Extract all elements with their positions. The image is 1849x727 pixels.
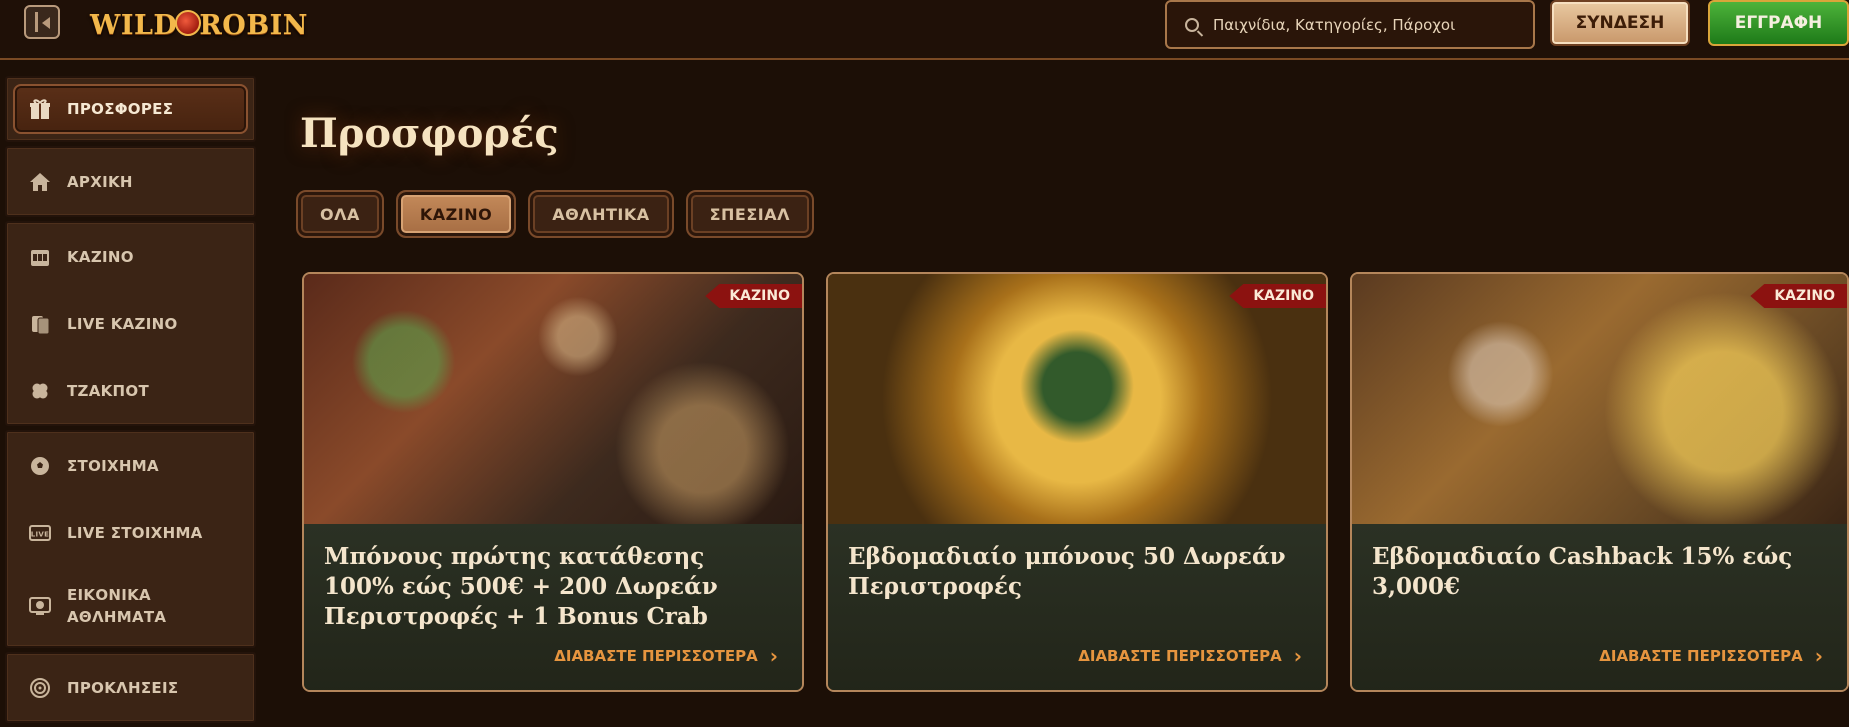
sidebar-item-challenges[interactable]: ΠΡΟΚΛΗΣΕΙΣ — [7, 654, 254, 721]
promo-image: ΚΑΖΙΝΟ — [1352, 274, 1847, 524]
sidebar-item-label: ΣΤΟΙΧΗΜΑ — [67, 456, 159, 475]
promo-title: Μπόνους πρώτης κατάθεσης 100% εώς 500€ +… — [324, 543, 718, 630]
login-button[interactable]: ΣΥΝΔΕΣΗ — [1550, 0, 1690, 46]
live-icon: LIVE — [27, 520, 53, 546]
logo-text-right: ROBIN — [199, 9, 308, 41]
gift-icon — [27, 96, 53, 122]
read-more-label: ΔΙΑΒΑΣΤΕ ΠΕΡΙΣΣΟΤΕΡΑ — [1078, 647, 1282, 665]
sidebar-item-betting[interactable]: ΣΤΟΙΧΗΜΑ — [7, 432, 254, 499]
promo-title: Εβδομαδιαίο μπόνους 50 Δωρεάν Περιστροφέ… — [848, 543, 1286, 600]
chevron-right-icon: › — [769, 644, 778, 668]
sidebar-item-label: ΑΡΧΙΚΗ — [67, 172, 133, 191]
nav-group-casino: ΚΑΖΙΝΟ LIVE ΚΑΖΙΝΟ ΤΖΑΚΠΟΤ — [5, 221, 256, 426]
category-badge: ΚΑΖΙΝΟ — [1750, 284, 1847, 308]
svg-text:LIVE: LIVE — [31, 530, 49, 538]
promo-card[interactable]: ΚΑΖΙΝΟ Μπόνους πρώτης κατάθεσης 100% εώς… — [302, 272, 804, 692]
search-input[interactable] — [1213, 15, 1513, 34]
category-badge: ΚΑΖΙΝΟ — [1229, 284, 1326, 308]
sidebar-item-virtual-sports[interactable]: ΕΙΚΟΝΙΚΑ ΑΘΛΗΜΑΤΑ — [7, 566, 254, 646]
cards-icon — [27, 311, 53, 337]
read-more-link[interactable]: ΔΙΑΒΑΣΤΕ ΠΕΡΙΣΣΟΤΕΡΑ › — [1599, 644, 1823, 668]
sidebar-item-live-betting[interactable]: LIVE LIVE ΣΤΟΙΧΗΜΑ — [7, 499, 254, 566]
sidebar-item-label: LIVE ΚΑΖΙΝΟ — [67, 314, 178, 333]
read-more-link[interactable]: ΔΙΑΒΑΣΤΕ ΠΕΡΙΣΣΟΤΕΡΑ › — [1078, 644, 1302, 668]
sidebar-item-label: ΠΡΟΣΦΟΡΕΣ — [67, 100, 174, 118]
home-icon — [27, 169, 53, 195]
sidebar: ΠΡΟΣΦΟΡΕΣ ΑΡΧΙΚΗ ΚΑΖΙΝΟ LIVE ΚΑΖΙΝΟ ΤΖΑΚ… — [5, 76, 256, 727]
register-button[interactable]: ΕΓΓΡΑΦΗ — [1708, 0, 1849, 46]
sidebar-item-label: ΤΖΑΚΠΟΤ — [67, 381, 149, 400]
sidebar-item-label: ΕΙΚΟΝΙΚΑ ΑΘΛΗΜΑΤΑ — [67, 586, 167, 626]
sidebar-item-jackpot[interactable]: ΤΖΑΚΠΟΤ — [7, 357, 254, 424]
tab-sports[interactable]: ΑΘΛΗΤΙΚΑ — [528, 190, 674, 238]
target-icon — [27, 675, 53, 701]
promo-card-body: Εβδομαδιαίο μπόνους 50 Δωρεάν Περιστροφέ… — [828, 524, 1326, 690]
promo-image: ΚΑΖΙΝΟ — [828, 274, 1326, 524]
promo-card-body: Μπόνους πρώτης κατάθεσης 100% εώς 500€ +… — [304, 524, 802, 690]
read-more-link[interactable]: ΔΙΑΒΑΣΤΕ ΠΕΡΙΣΣΟΤΕΡΑ › — [554, 644, 778, 668]
sidebar-item-promotions[interactable]: ΠΡΟΣΦΟΡΕΣ — [13, 84, 248, 134]
promo-image: ΚΑΖΙΝΟ — [304, 274, 802, 524]
wild-robin-logo[interactable]: WILD ROBIN — [90, 6, 308, 44]
chevron-right-icon: › — [1293, 644, 1302, 668]
nav-group-promotions: ΠΡΟΣΦΟΡΕΣ — [5, 76, 256, 142]
tab-specials[interactable]: ΣΠΕΣΙΑΛ — [685, 190, 815, 238]
read-more-label: ΔΙΑΒΑΣΤΕ ΠΕΡΙΣΣΟΤΕΡΑ — [1599, 647, 1803, 665]
read-more-label: ΔΙΑΒΑΣΤΕ ΠΕΡΙΣΣΟΤΕΡΑ — [554, 647, 758, 665]
chevron-right-icon: › — [1814, 644, 1823, 668]
page-title: Προσφορές — [300, 110, 559, 157]
category-badge: ΚΑΖΙΝΟ — [705, 284, 802, 308]
slot-machine-icon — [27, 244, 53, 270]
logo-text-left: WILD — [90, 9, 178, 41]
promo-card-body: Εβδομαδιαίο Cashback 15% εώς 3,000€ ΔΙΑΒ… — [1352, 524, 1847, 690]
sidebar-item-live-casino[interactable]: LIVE ΚΑΖΙΝΟ — [7, 290, 254, 357]
tab-casino[interactable]: ΚΑΖΙΝΟ — [395, 190, 517, 238]
nav-group-home: ΑΡΧΙΚΗ — [5, 146, 256, 217]
search-box[interactable] — [1165, 0, 1535, 49]
promo-card[interactable]: ΚΑΖΙΝΟ Εβδομαδιαίο Cashback 15% εώς 3,00… — [1350, 272, 1849, 692]
sidebar-item-casino[interactable]: ΚΑΖΙΝΟ — [7, 223, 254, 290]
sidebar-item-label: LIVE ΣΤΟΙΧΗΜΑ — [67, 523, 203, 542]
virtual-sports-icon — [27, 593, 53, 619]
tab-all[interactable]: ΟΛΑ — [296, 190, 384, 238]
nav-group-challenges: ΠΡΟΚΛΗΣΕΙΣ — [5, 652, 256, 723]
clover-icon — [27, 378, 53, 404]
logo-coin-icon — [175, 10, 202, 36]
sidebar-item-label: ΚΑΖΙΝΟ — [67, 247, 134, 266]
sidebar-item-home[interactable]: ΑΡΧΙΚΗ — [7, 148, 254, 215]
search-icon — [1185, 17, 1199, 32]
sidebar-item-label: ΠΡΟΚΛΗΣΕΙΣ — [67, 678, 179, 697]
football-icon — [27, 453, 53, 479]
nav-group-betting: ΣΤΟΙΧΗΜΑ LIVE LIVE ΣΤΟΙΧΗΜΑ ΕΙΚΟΝΙΚΑ ΑΘΛ… — [5, 430, 256, 648]
top-header: WILD ROBIN ΣΥΝΔΕΣΗ ΕΓΓΡΑΦΗ — [0, 0, 1849, 60]
promo-filter-tabs: ΟΛΑ ΚΑΖΙΝΟ ΑΘΛΗΤΙΚΑ ΣΠΕΣΙΑΛ — [296, 190, 815, 238]
sidebar-toggle-icon[interactable] — [24, 5, 60, 39]
promo-card[interactable]: ΚΑΖΙΝΟ Εβδομαδιαίο μπόνους 50 Δωρεάν Περ… — [826, 272, 1328, 692]
promo-title: Εβδομαδιαίο Cashback 15% εώς 3,000€ — [1372, 543, 1793, 600]
